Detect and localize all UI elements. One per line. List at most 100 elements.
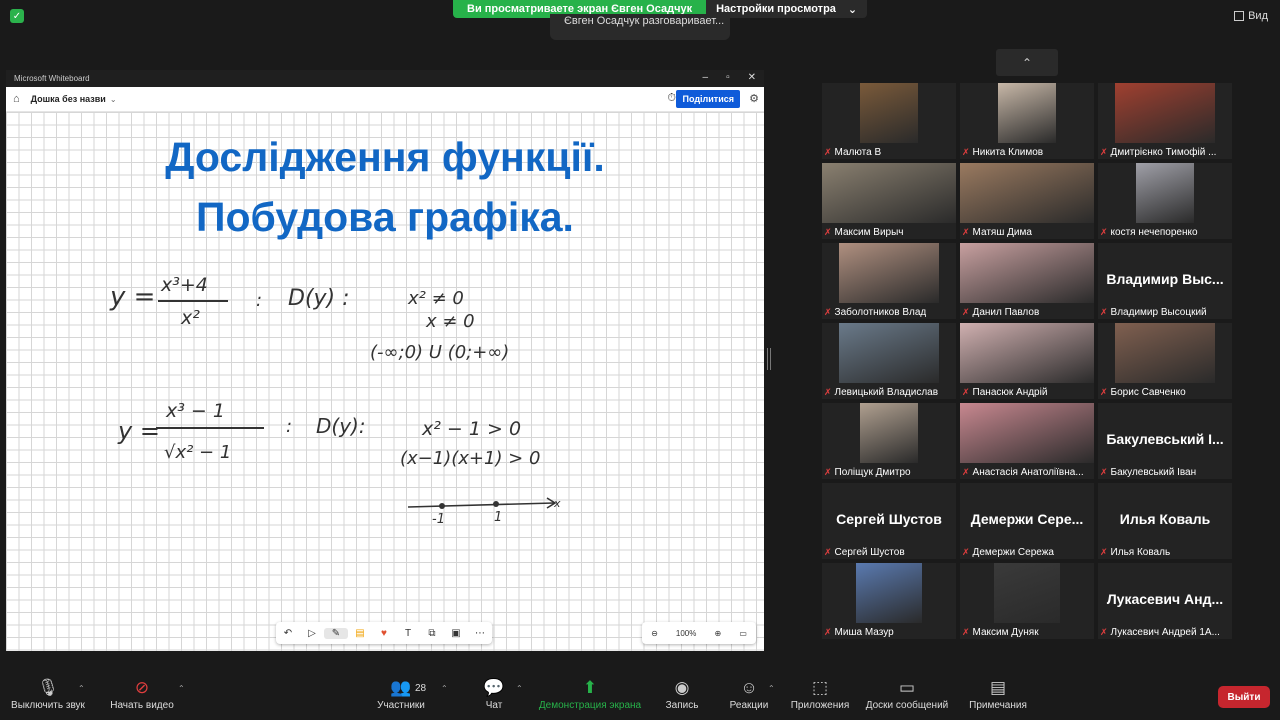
participant-tile[interactable]: ✗ Малюта В: [822, 83, 956, 159]
share-screen-button[interactable]: ⬆ Демонстрация экрана: [536, 678, 644, 711]
zoom-in-icon[interactable]: ⊕: [715, 629, 722, 638]
apps-button[interactable]: ⬚ Приложения: [786, 678, 854, 711]
active-speaker-indicator: Євген Осадчук разговаривает...: [550, 14, 730, 40]
mute-button[interactable]: 🎙 Выключить звук: [8, 678, 88, 711]
chat-button[interactable]: 💬 Чат: [474, 678, 514, 711]
text-icon[interactable]: T: [396, 628, 420, 639]
participant-video: [960, 163, 1094, 223]
participant-name-label: ✗ Панасюк Андрій: [962, 387, 1047, 398]
home-icon[interactable]: ⌂: [13, 93, 20, 105]
mic-muted-icon: ✗: [1100, 547, 1108, 557]
participant-tile[interactable]: Илья Коваль ✗ Илья Коваль: [1098, 483, 1232, 559]
participant-video: [994, 563, 1060, 623]
leave-button[interactable]: Выйти: [1218, 686, 1270, 708]
grid-icon: [1234, 11, 1245, 21]
video-label: Начать видео: [110, 700, 174, 711]
reactions-options-chevron-icon[interactable]: ⌃: [768, 684, 775, 693]
pen-icon[interactable]: ✎: [324, 627, 348, 639]
participant-tile[interactable]: ✗ костя нечепоренко: [1098, 163, 1232, 239]
participant-video: [839, 243, 939, 303]
participant-tile[interactable]: Лукасевич Анд... ✗ Лукасевич Андрей 1А...: [1098, 563, 1232, 639]
audio-options-chevron-icon[interactable]: ⌃: [78, 684, 85, 693]
view-options-button[interactable]: Настройки просмотра ⌄: [706, 0, 868, 18]
record-label: Запись: [665, 700, 699, 711]
participant-tile[interactable]: ✗ Заболотников Влад: [822, 243, 956, 319]
start-video-button[interactable]: ⊘ Начать видео: [106, 678, 178, 711]
mic-muted-icon: ✗: [824, 627, 832, 637]
video-off-icon: ⊘: [134, 678, 150, 697]
zoom-out-icon[interactable]: ⊖: [651, 629, 658, 638]
participant-tile[interactable]: ✗ Данил Павлов: [960, 243, 1094, 319]
mic-muted-icon: ✗: [1100, 227, 1108, 237]
participant-tile[interactable]: Сергей Шустов ✗ Сергей Шустов: [822, 483, 956, 559]
view-button[interactable]: Вид: [1234, 10, 1268, 22]
participant-tile[interactable]: ✗ Максим Дуняк: [960, 563, 1094, 639]
share-button[interactable]: Поділитися: [676, 90, 740, 108]
participant-name: Малюта В: [834, 147, 882, 158]
security-shield-icon[interactable]: ✓: [10, 9, 24, 23]
participants-options-chevron-icon[interactable]: ⌃: [441, 684, 448, 693]
eq2-y: y =: [118, 417, 160, 445]
chat-options-chevron-icon[interactable]: ⌃: [516, 684, 523, 693]
boards-button[interactable]: ▭ Доски сообщений: [862, 678, 952, 711]
participant-tile[interactable]: Демержи Сере... ✗ Демержи Сережа: [960, 483, 1094, 559]
reactions-button[interactable]: ☺ Реакции: [726, 678, 772, 711]
participant-tile[interactable]: ✗ Борис Савченко: [1098, 323, 1232, 399]
participant-tile[interactable]: ✗ Поліщук Дмитро: [822, 403, 956, 479]
participant-display-name: Сергей Шустов: [836, 511, 942, 527]
split-drag-handle[interactable]: [767, 348, 771, 370]
participant-video: [998, 83, 1056, 143]
participant-tile[interactable]: ✗ Никита Климов: [960, 83, 1094, 159]
record-button[interactable]: ◉ Запись: [660, 678, 704, 711]
templates-icon[interactable]: ▣: [444, 628, 468, 639]
axis-x-label: x: [554, 497, 561, 510]
reaction-icon[interactable]: ♥: [372, 628, 396, 639]
whiteboard-toolbar: ⌂ Дошка без назви ⌄ ⏱ Поділитися ⚙: [6, 87, 764, 112]
participant-tile[interactable]: Бакулевський І... ✗ Бакулевський Іван: [1098, 403, 1232, 479]
undo-icon[interactable]: ↶: [276, 628, 300, 639]
fit-screen-icon[interactable]: ▭: [739, 629, 747, 638]
share-screen-icon: ⬆: [582, 678, 598, 697]
participant-tile[interactable]: ✗ Панасюк Андрій: [960, 323, 1094, 399]
notes-button[interactable]: ▤ Примечания: [964, 678, 1032, 711]
participant-tile[interactable]: ✗ Миша Мазур: [822, 563, 956, 639]
participant-video: [860, 83, 918, 143]
participant-tile[interactable]: ✗ Анастасія Анатоліївна...: [960, 403, 1094, 479]
participant-name-label: ✗ Заболотников Влад: [824, 307, 926, 318]
participant-tile[interactable]: Владимир Выс... ✗ Владимир Высоцкий: [1098, 243, 1232, 319]
participant-tile[interactable]: ✗ Максим Вирыч: [822, 163, 956, 239]
participant-tile[interactable]: ✗ Матяш Дима: [960, 163, 1094, 239]
notes-label: Примечания: [969, 700, 1027, 711]
mic-muted-icon: ✗: [962, 467, 970, 477]
participants-label: Участники: [377, 700, 425, 711]
mic-muted-icon: ✗: [824, 387, 832, 397]
gear-icon[interactable]: ⚙: [749, 92, 759, 105]
chevron-down-icon: ⌄: [847, 4, 858, 16]
sticky-note-icon[interactable]: ▤: [348, 628, 372, 639]
minimize-icon[interactable]: –: [703, 72, 709, 83]
participant-tile[interactable]: ✗ Дмитрієнко Тимофій ...: [1098, 83, 1232, 159]
gallery-scroll-up-button[interactable]: ⌃: [996, 49, 1058, 76]
video-options-chevron-icon[interactable]: ⌃: [178, 684, 185, 693]
participant-name: Демержи Сережа: [972, 547, 1054, 558]
participant-tile[interactable]: ✗ Левицький Владислав: [822, 323, 956, 399]
timer-icon[interactable]: ⏱: [667, 92, 676, 105]
whiteboard-canvas[interactable]: Дослідження функції. Побудова графіка. y…: [6, 112, 764, 651]
more-icon[interactable]: ⋯: [468, 628, 492, 639]
microphone-icon: 🎙: [37, 678, 59, 697]
participant-name: Сергей Шустов: [834, 547, 905, 558]
shapes-icon[interactable]: ⧉: [420, 628, 444, 639]
chevron-down-icon[interactable]: ⌄: [110, 95, 117, 104]
participant-name: Миша Мазур: [834, 627, 894, 638]
meeting-control-bar: 🎙 Выключить звук ⌃ ⊘ Начать видео ⌃ 👥 Уч…: [0, 672, 1280, 720]
mic-muted-icon: ✗: [824, 547, 832, 557]
maximize-icon[interactable]: ▫: [726, 72, 730, 83]
select-icon[interactable]: ▷: [300, 628, 324, 639]
board-name[interactable]: Дошка без назви: [31, 94, 106, 104]
participant-name: Илья Коваль: [1110, 547, 1171, 558]
participant-name-label: ✗ Дмитрієнко Тимофій ...: [1100, 147, 1216, 158]
participant-name: Никита Климов: [972, 147, 1044, 158]
participant-name: Максим Вирыч: [834, 227, 904, 238]
participant-name: Владимир Высоцкий: [1110, 307, 1207, 318]
close-icon[interactable]: ✕: [748, 72, 756, 83]
